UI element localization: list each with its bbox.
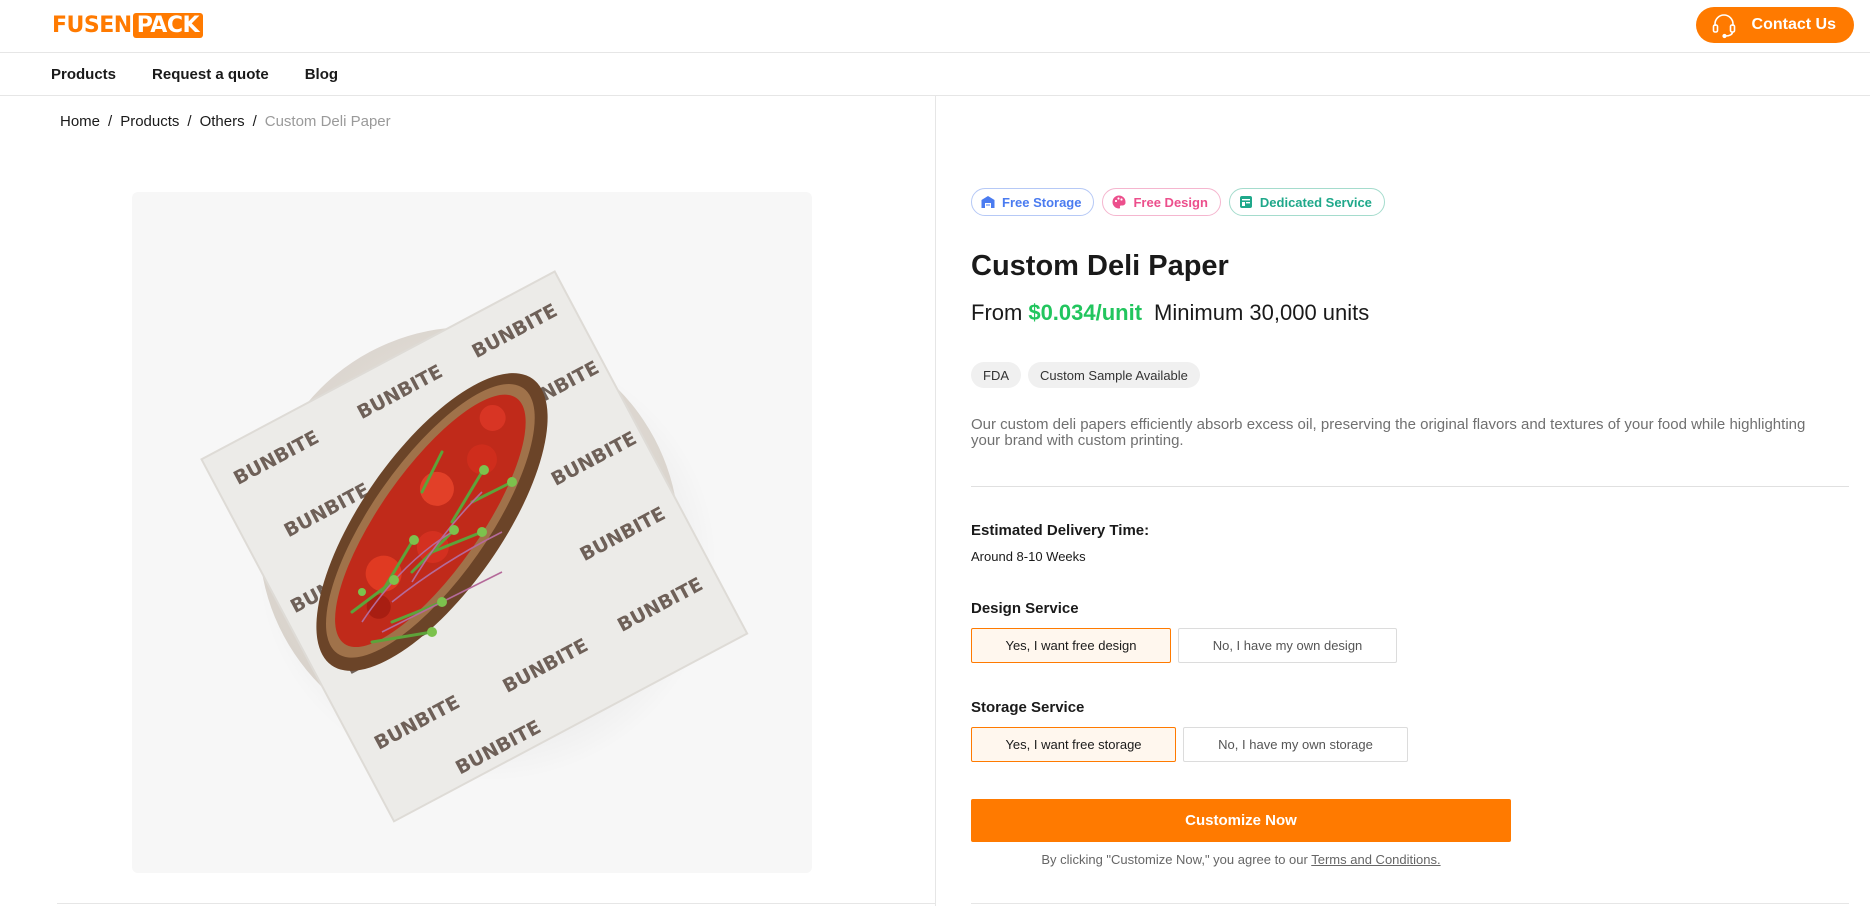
badge-free-design: Free Design — [1102, 188, 1221, 216]
breadcrumb-current: Custom Deli Paper — [264, 113, 391, 130]
section-divider — [971, 903, 1849, 904]
nav-item-products[interactable]: Products — [51, 66, 116, 83]
logo-text-fusen: FUSEN — [52, 12, 132, 38]
service-card-icon — [1239, 196, 1252, 208]
logo-text-pack: PACK — [132, 12, 204, 38]
storage-option-no[interactable]: No, I have my own storage — [1183, 727, 1408, 762]
badge-label: Free Storage — [1002, 194, 1082, 210]
terms-text: By clicking "Customize Now," you agree t… — [1041, 852, 1308, 867]
terms-link[interactable]: Terms and Conditions. — [1311, 852, 1440, 867]
breadcrumb-separator: / — [108, 113, 113, 130]
unit-price: $0.034/unit — [1028, 300, 1143, 325]
tag-fda: FDA — [971, 362, 1021, 388]
storage-option-yes[interactable]: Yes, I want free storage — [971, 727, 1176, 762]
nav-item-request-quote[interactable]: Request a quote — [152, 66, 269, 83]
site-header: FUSEN PACK Contact Us — [0, 0, 1870, 53]
warehouse-icon — [981, 196, 995, 208]
design-service-label: Design Service — [971, 600, 1079, 617]
breadcrumb-separator: / — [252, 113, 257, 130]
product-image[interactable]: BUNBITE BUNBITE BUNBITE BUNBITE BUNBITE … — [132, 192, 812, 873]
main-nav: Products Request a quote Blog — [0, 53, 1870, 96]
breadcrumb-home[interactable]: Home — [60, 113, 100, 130]
design-option-yes[interactable]: Yes, I want free design — [971, 628, 1171, 663]
contact-us-button[interactable]: Contact Us — [1695, 7, 1854, 43]
product-photo: BUNBITE BUNBITE BUNBITE BUNBITE BUNBITE … — [200, 270, 749, 823]
service-badges: Free Storage Free Design Dedicated Servi… — [971, 188, 1385, 216]
price-prefix: From — [971, 300, 1023, 325]
breadcrumb: Home / Products / Others / Custom Deli P… — [60, 113, 391, 130]
price-line: From $0.034/unit Minimum 30,000 units — [971, 300, 1369, 326]
product-title: Custom Deli Paper — [971, 250, 1229, 282]
tag-custom-sample: Custom Sample Available — [1028, 362, 1200, 388]
badge-label: Dedicated Service — [1259, 194, 1372, 210]
minimum-order: Minimum 30,000 units — [1154, 300, 1370, 325]
section-divider — [57, 903, 935, 904]
column-divider — [935, 96, 936, 906]
contact-us-label: Contact Us — [1751, 16, 1836, 33]
headset-icon — [1712, 14, 1735, 39]
delivery-label: Estimated Delivery Time: — [971, 522, 1150, 539]
certification-tags: FDA Custom Sample Available — [971, 362, 1200, 388]
palette-icon — [1112, 195, 1127, 209]
breadcrumb-others[interactable]: Others — [200, 113, 245, 130]
terms-notice: By clicking "Customize Now," you agree t… — [971, 852, 1511, 867]
breadcrumb-products[interactable]: Products — [120, 113, 179, 130]
badge-label: Free Design — [1133, 194, 1208, 210]
section-divider — [971, 486, 1849, 487]
badge-dedicated-service: Dedicated Service — [1228, 188, 1385, 216]
breadcrumb-separator: / — [187, 113, 192, 130]
storage-service-label: Storage Service — [971, 699, 1085, 716]
fusenpack-logo[interactable]: FUSEN PACK — [52, 12, 204, 38]
badge-free-storage: Free Storage — [971, 188, 1095, 216]
nav-item-blog[interactable]: Blog — [305, 66, 338, 83]
product-description: Our custom deli papers efficiently absor… — [971, 416, 1806, 449]
delivery-value: Around 8-10 Weeks — [971, 549, 1086, 564]
design-option-no[interactable]: No, I have my own design — [1178, 628, 1397, 663]
customize-now-button[interactable]: Customize Now — [971, 799, 1511, 842]
